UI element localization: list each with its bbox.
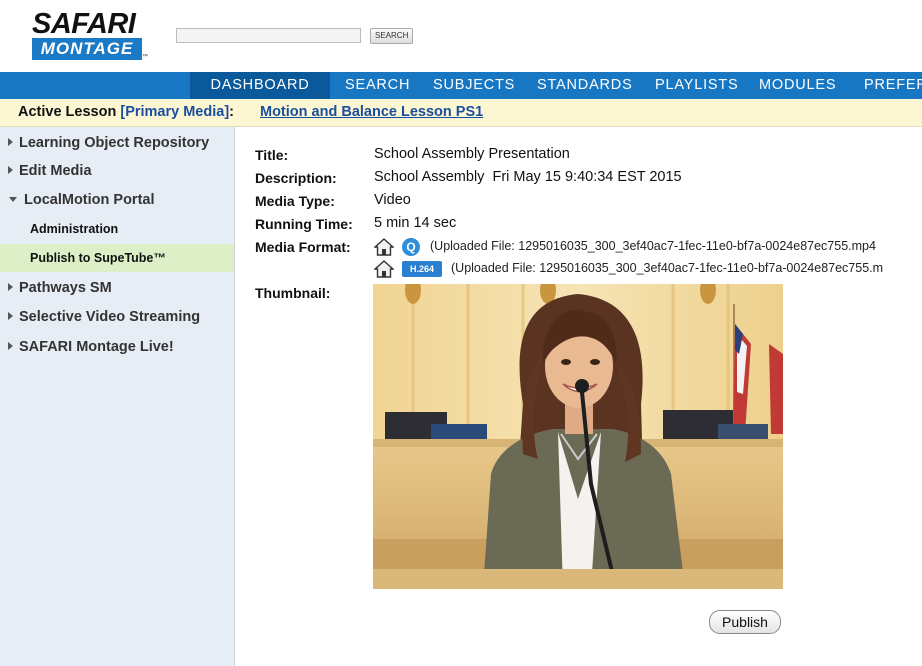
title-label: Title: <box>255 147 289 163</box>
media-format-label: Media Format: <box>255 239 351 255</box>
quicktime-format-icon[interactable]: Q <box>402 238 420 256</box>
sidebar-subitem-label: Publish to SupeTube™ <box>30 251 166 265</box>
expand-arrow-icon <box>8 342 13 350</box>
sidebar-item-edit-media[interactable]: Edit Media <box>0 157 234 185</box>
header: SAFARI MONTAGE ™ SEARCH <box>0 0 922 72</box>
active-lesson-bar: Active Lesson [Primary Media]: Motion an… <box>0 99 922 127</box>
collapse-arrow-icon <box>9 197 17 202</box>
sidebar-item-label: Selective Video Streaming <box>19 309 201 325</box>
title-value: School Assembly Presentation <box>374 146 570 162</box>
expand-arrow-icon <box>8 138 13 146</box>
lesson-colon: : <box>229 104 234 120</box>
publish-button[interactable]: Publish <box>709 610 781 634</box>
nav-preferences[interactable]: PREFER <box>864 72 922 99</box>
nav-modules[interactable]: MODULES <box>759 72 836 99</box>
main-nav: DASHBOARD SEARCH SUBJECTS STANDARDS PLAY… <box>0 72 922 99</box>
sidebar-item-selective-video-streaming[interactable]: Selective Video Streaming <box>0 303 234 331</box>
search-button[interactable]: SEARCH <box>370 28 414 44</box>
sidebar-item-localmotion-portal[interactable]: LocalMotion Portal <box>0 186 234 214</box>
h264-format-icon[interactable]: H.264 <box>402 261 442 277</box>
nav-subjects[interactable]: SUBJECTS <box>433 72 515 99</box>
expand-arrow-icon <box>8 312 13 320</box>
media-type-value: Video <box>374 192 411 208</box>
expand-arrow-icon <box>8 166 13 174</box>
active-lesson-link[interactable]: Motion and Balance Lesson PS1 <box>260 104 483 120</box>
sidebar-subitem-publish-to-supetube[interactable]: Publish to SupeTube™ <box>0 244 234 272</box>
uploaded-file-mp4: (Uploaded File: 1295016035_300_3ef40ac7-… <box>430 239 876 253</box>
logo-montage-text: MONTAGE <box>32 38 142 60</box>
sidebar-item-label: Learning Object Repository <box>19 135 210 151</box>
media-type-label: Media Type: <box>255 193 335 209</box>
house-icon[interactable] <box>374 238 394 256</box>
active-lesson-title: Active Lesson <box>18 104 117 120</box>
sidebar-item-learning-object-repository[interactable]: Learning Object Repository <box>0 129 234 157</box>
safari-montage-logo[interactable]: SAFARI MONTAGE ™ <box>32 8 148 62</box>
nav-search[interactable]: SEARCH <box>345 72 410 99</box>
expand-arrow-icon <box>8 283 13 291</box>
sidebar-item-label: SAFARI Montage Live! <box>19 339 174 355</box>
thumbnail-label: Thumbnail: <box>255 285 331 301</box>
primary-media-tag: [Primary Media] <box>120 104 230 120</box>
description-label: Description: <box>255 170 337 186</box>
sidebar-item-safari-montage-live[interactable]: SAFARI Montage Live! <box>0 333 234 361</box>
uploaded-file-h264: (Uploaded File: 1295016035_300_3ef40ac7-… <box>451 261 884 275</box>
running-time-label: Running Time: <box>255 216 353 232</box>
house-icon[interactable] <box>374 260 394 278</box>
nav-standards[interactable]: STANDARDS <box>537 72 633 99</box>
sidebar-item-pathways-sm[interactable]: Pathways SM <box>0 274 234 302</box>
sidebar-item-label: LocalMotion Portal <box>24 192 155 208</box>
logo-safari-text: SAFARI <box>32 8 136 40</box>
sidebar-item-label: Edit Media <box>19 163 92 179</box>
thumbnail-image <box>373 284 783 589</box>
active-lesson-label: Active Lesson [Primary Media]: <box>18 104 234 120</box>
logo-trademark: ™ <box>142 54 148 60</box>
search-input[interactable] <box>176 28 361 43</box>
description-value: School Assembly Fri May 15 9:40:34 EST 2… <box>374 169 682 185</box>
sidebar-item-label: Pathways SM <box>19 280 112 296</box>
nav-dashboard[interactable]: DASHBOARD <box>190 72 330 99</box>
nav-playlists[interactable]: PLAYLISTS <box>655 72 739 99</box>
running-time-value: 5 min 14 sec <box>374 215 457 231</box>
sidebar-subitem-label: Administration <box>30 222 119 236</box>
sidebar-subitem-administration[interactable]: Administration <box>0 215 234 243</box>
sidebar: Learning Object Repository Edit Media Lo… <box>0 127 235 666</box>
